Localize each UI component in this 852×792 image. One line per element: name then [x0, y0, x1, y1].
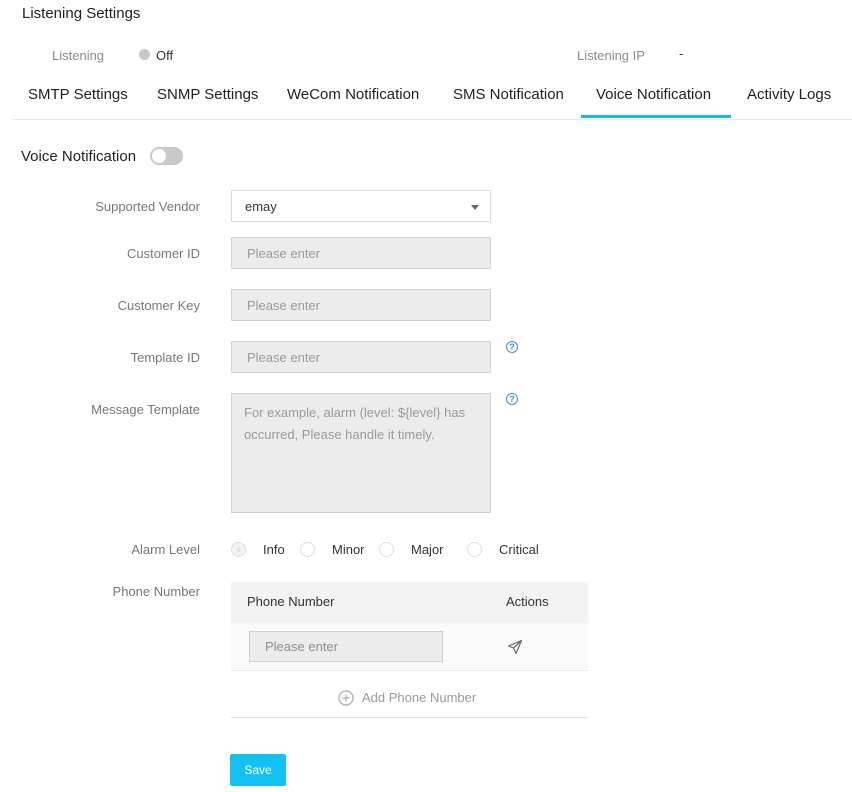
alarm-level-major-label: Major [411, 542, 444, 557]
tab-sms-notification[interactable]: SMS Notification [453, 86, 564, 103]
alarm-level-info-label: Info [263, 542, 285, 557]
vendor-label: Supported Vendor [95, 199, 200, 214]
tab-wecom-notification[interactable]: WeCom Notification [287, 86, 419, 103]
template-id-input[interactable] [231, 341, 491, 373]
active-tab-indicator [581, 115, 731, 118]
tab-snmp-settings[interactable]: SNMP Settings [157, 86, 258, 103]
customer-id-label: Customer ID [127, 246, 200, 261]
help-circle-icon[interactable]: ? [506, 341, 518, 353]
listening-status-dot [139, 49, 150, 60]
add-phone-number-label: Add Phone Number [362, 690, 477, 705]
send-icon[interactable] [507, 639, 523, 655]
caret-down-icon [471, 205, 479, 210]
tab-smtp-settings[interactable]: SMTP Settings [28, 86, 128, 103]
help-circle-icon[interactable]: ? [506, 393, 518, 405]
alarm-level-major-radio[interactable] [379, 542, 394, 557]
voice-notification-toggle[interactable] [150, 147, 183, 165]
plus-circle-icon [338, 690, 354, 706]
table-row [231, 623, 588, 671]
save-button[interactable]: Save [230, 754, 286, 786]
vendor-select[interactable]: emay [231, 190, 491, 222]
add-phone-number-button[interactable]: Add Phone Number [231, 686, 588, 718]
actions-column-header: Actions [506, 594, 549, 609]
alarm-level-minor-radio[interactable] [300, 542, 315, 557]
template-id-label: Template ID [130, 350, 200, 365]
alarm-level-minor-label: Minor [332, 542, 365, 557]
customer-id-input[interactable] [231, 237, 491, 269]
phone-column-header: Phone Number [247, 594, 335, 609]
toggle-knob [152, 149, 166, 163]
tab-voice-notification[interactable]: Voice Notification [596, 86, 711, 103]
message-template-label: Message Template [91, 402, 200, 417]
customer-key-input[interactable] [231, 289, 491, 321]
voice-notification-title: Voice Notification [21, 148, 137, 165]
customer-key-label: Customer Key [117, 298, 200, 313]
listening-status: Off [156, 48, 174, 63]
alarm-level-info-radio[interactable] [231, 542, 246, 557]
listening-ip-value: - [679, 46, 684, 61]
listening-ip-label: Listening IP [577, 48, 645, 63]
alarm-level-critical-label: Critical [499, 542, 539, 557]
listening-label: Listening [52, 48, 105, 63]
alarm-level-critical-radio[interactable] [467, 542, 482, 557]
tab-activity-logs[interactable]: Activity Logs [747, 86, 831, 103]
phone-number-input[interactable] [249, 631, 443, 662]
listening-settings-title: Listening Settings [22, 5, 141, 22]
phone-table-header: Phone Number Actions [231, 582, 588, 623]
notification-tabs: SMTP Settings SNMP Settings WeCom Notifi… [12, 74, 852, 120]
phone-number-label: Phone Number [112, 584, 200, 599]
message-template-textarea[interactable] [231, 393, 491, 513]
vendor-selected-value: emay [245, 199, 277, 214]
alarm-level-label: Alarm Level [131, 542, 200, 557]
